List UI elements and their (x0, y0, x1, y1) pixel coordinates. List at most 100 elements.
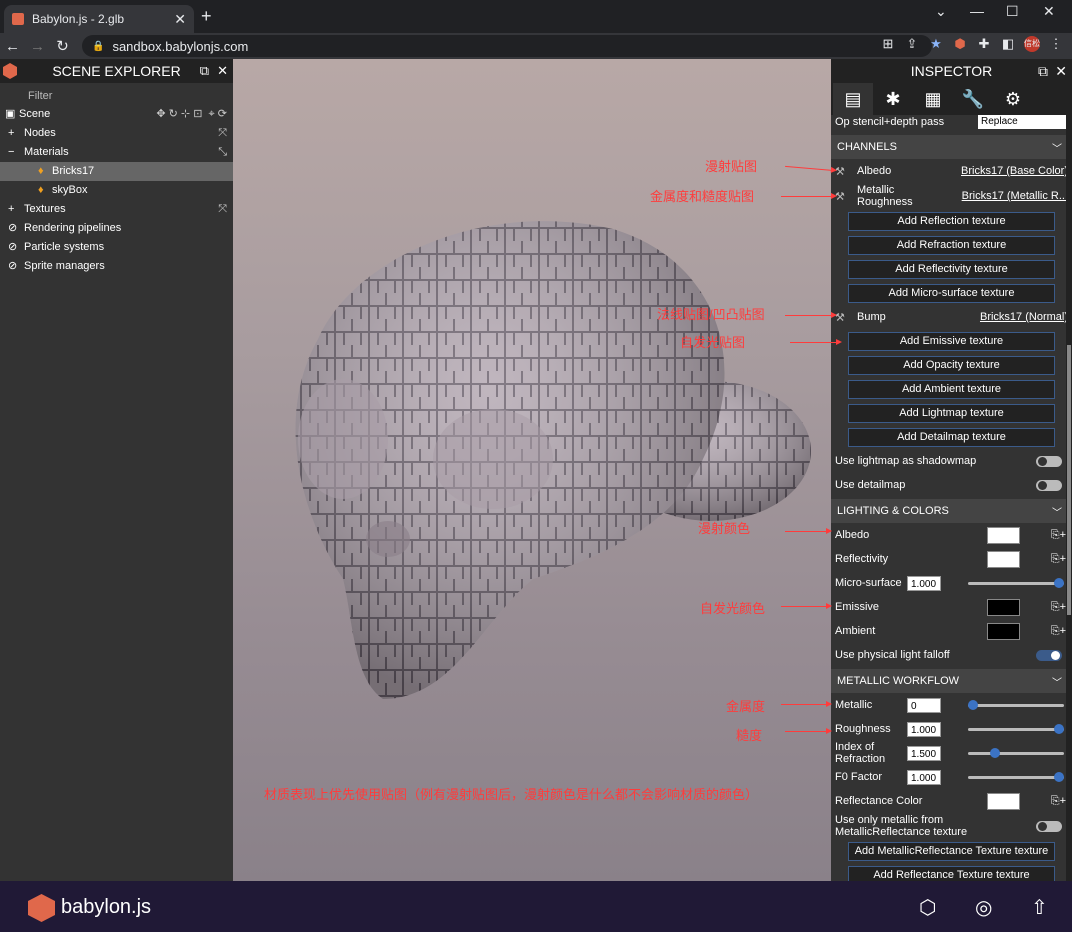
tree-item-sprite-managers[interactable]: ⊘ Sprite managers (0, 257, 233, 276)
scene-tools-icon[interactable]: ✥ ↻ ⊹ ⊡ ⌖ ⟳ (156, 105, 227, 124)
environment-icon[interactable]: ◎ (975, 895, 992, 920)
close-icon[interactable]: ✕ (217, 63, 228, 79)
inspector-scrollbar[interactable] (1066, 115, 1072, 881)
new-tab-icon[interactable]: + (201, 6, 212, 27)
metal-rough-texture-link[interactable]: Bricks17 (Metallic R... (962, 190, 1068, 202)
tree-item-particle-systems[interactable]: ⊘ Particle systems (0, 238, 233, 257)
micro-surface-input[interactable]: 1.000 (907, 575, 941, 591)
popout-icon[interactable]: ⧉ (200, 63, 209, 79)
menu-icon[interactable]: ⋮ (1048, 36, 1064, 52)
expand-icon[interactable]: + (8, 124, 14, 143)
tree-item-bricks17[interactable]: ♦ Bricks17 (0, 162, 233, 181)
tree-item-scene[interactable]: ▣ Scene ✥ ↻ ⊹ ⊡ ⌖ ⟳ (0, 105, 233, 124)
debug-tab-icon[interactable]: ✱ (873, 83, 913, 115)
metallic-input[interactable]: 0 (907, 697, 941, 713)
reload-icon[interactable]: ↻ (50, 37, 75, 55)
babylon-extension-icon[interactable]: ⬢ (952, 36, 968, 52)
add-reflectivity-button[interactable]: Add Reflectivity texture (848, 259, 1055, 279)
tree-item-nodes[interactable]: + Nodes ⤧ (0, 124, 233, 143)
close-window-icon[interactable]: ✕ (1043, 3, 1055, 20)
collapse-icon[interactable]: − (8, 143, 14, 162)
statistics-tab-icon[interactable]: ▦ (913, 83, 953, 115)
settings-tab-icon[interactable]: ⚙ (993, 83, 1033, 115)
use-detailmap-toggle[interactable] (1036, 479, 1062, 491)
ior-input[interactable]: 1.500 (907, 745, 941, 761)
close-icon[interactable]: ✕ (1055, 63, 1067, 80)
wrench-trash-icon[interactable]: ⚒ (835, 190, 857, 203)
properties-tab-icon[interactable]: ▤ (833, 83, 873, 115)
tree-item-materials[interactable]: − Materials ⤡ (0, 143, 233, 162)
forward-icon[interactable]: → (25, 38, 50, 55)
copy-expand-icon[interactable]: ⎘+ (1051, 553, 1066, 566)
row-label: Ambient (835, 625, 876, 637)
popout-icon[interactable]: ⧉ (1038, 63, 1048, 80)
translate-icon[interactable]: ⊞ (880, 36, 896, 52)
expand-icon[interactable]: + (8, 200, 14, 219)
tab-search-icon[interactable]: ⌄ (935, 3, 947, 20)
close-tab-icon[interactable]: ✕ (174, 11, 186, 28)
add-opacity-button[interactable]: Add Opacity texture (848, 355, 1055, 375)
filter-input[interactable]: Filter (0, 83, 233, 105)
share-icon[interactable]: ⇪ (904, 36, 920, 52)
copy-expand-icon[interactable]: ⎘+ (1051, 795, 1066, 808)
tree-item-textures[interactable]: + Textures ⤧ (0, 200, 233, 219)
tools-tab-icon[interactable]: 🔧 (953, 83, 993, 115)
roughness-input[interactable]: 1.000 (907, 721, 941, 737)
tree-item-skybox[interactable]: ♦ skyBox (0, 181, 233, 200)
add-refraction-button[interactable]: Add Refraction texture (848, 235, 1055, 255)
copy-expand-icon[interactable]: ⎘+ (1051, 529, 1066, 542)
add-emissive-button[interactable]: Add Emissive texture (848, 331, 1055, 351)
bookmark-star-icon[interactable]: ★ (928, 36, 944, 52)
back-icon[interactable]: ← (0, 38, 25, 55)
physical-falloff-toggle[interactable] (1036, 649, 1062, 661)
bump-texture-link[interactable]: Bricks17 (Normal) (980, 311, 1068, 323)
ambient-color-swatch[interactable] (987, 622, 1020, 640)
albedo-color-swatch[interactable] (987, 526, 1020, 544)
render-viewport[interactable] (233, 59, 831, 881)
f0-slider[interactable] (968, 771, 1064, 782)
roughness-slider[interactable] (968, 723, 1064, 734)
collapse-all-icon[interactable]: ⤡ (218, 143, 227, 162)
ior-row: Index of Refraction 1.500 (831, 741, 1072, 765)
emissive-color-swatch[interactable] (987, 598, 1020, 616)
copy-expand-icon[interactable]: ⎘+ (1051, 601, 1066, 614)
expand-all-icon[interactable]: ⤧ (218, 124, 227, 143)
browser-tab[interactable]: Babylon.js - 2.glb ✕ (4, 5, 194, 33)
inspector-toggle-icon[interactable]: ⬡ (919, 895, 936, 920)
row-label: Emissive (835, 601, 880, 613)
tree-item-rendering-pipelines[interactable]: ⊘ Rendering pipelines (0, 219, 233, 238)
add-ambient-button[interactable]: Add Ambient texture (848, 379, 1055, 399)
add-lightmap-button[interactable]: Add Lightmap texture (848, 403, 1055, 423)
wrench-trash-icon[interactable]: ⚒ (835, 165, 857, 178)
add-detailmap-button[interactable]: Add Detailmap texture (848, 427, 1055, 447)
f0-input[interactable]: 1.000 (907, 769, 941, 785)
avatar[interactable]: 信松 (1024, 36, 1040, 52)
channels-section-header[interactable]: CHANNELS ﹀ (831, 135, 1072, 159)
upload-icon[interactable]: ⇧ (1031, 895, 1048, 920)
stencil-select[interactable]: Replace (978, 115, 1068, 129)
add-emissive-row: Add Emissive texture (831, 329, 1072, 353)
metallic-slider[interactable] (968, 699, 1064, 710)
sidepanel-icon[interactable]: ◧ (1000, 36, 1016, 52)
add-reflection-button[interactable]: Add Reflection texture (848, 211, 1055, 231)
maximize-icon[interactable]: ☐ (1006, 3, 1019, 20)
metallic-section-header[interactable]: METALLIC WORKFLOW ﹀ (831, 669, 1072, 693)
use-lightmap-toggle[interactable] (1036, 455, 1062, 467)
reflectivity-color-swatch[interactable] (987, 550, 1020, 568)
ior-slider[interactable] (968, 747, 1064, 758)
chevron-icon: ﹀ (1052, 678, 1062, 689)
expand-all-icon[interactable]: ⤧ (218, 200, 227, 219)
albedo-texture-link[interactable]: Bricks17 (Base Color) (961, 165, 1068, 177)
address-bar[interactable]: 🔒 sandbox.babylonjs.com (82, 35, 932, 57)
only-metallic-toggle[interactable] (1036, 820, 1062, 832)
add-metallic-reflectance-button[interactable]: Add MetallicReflectance Texture texture (848, 841, 1055, 861)
reflectance-color-swatch[interactable] (987, 792, 1020, 810)
wrench-trash-icon[interactable]: ⚒ (835, 311, 857, 324)
micro-surface-slider[interactable] (968, 577, 1064, 588)
lighting-section-header[interactable]: LIGHTING & COLORS ﹀ (831, 499, 1072, 523)
extensions-icon[interactable]: ✚ (976, 36, 992, 52)
add-reflectance-texture-button[interactable]: Add Reflectance Texture texture (848, 865, 1055, 881)
copy-expand-icon[interactable]: ⎘+ (1051, 625, 1066, 638)
minimize-icon[interactable]: — (970, 3, 984, 19)
add-micro-surface-button[interactable]: Add Micro-surface texture (848, 283, 1055, 303)
